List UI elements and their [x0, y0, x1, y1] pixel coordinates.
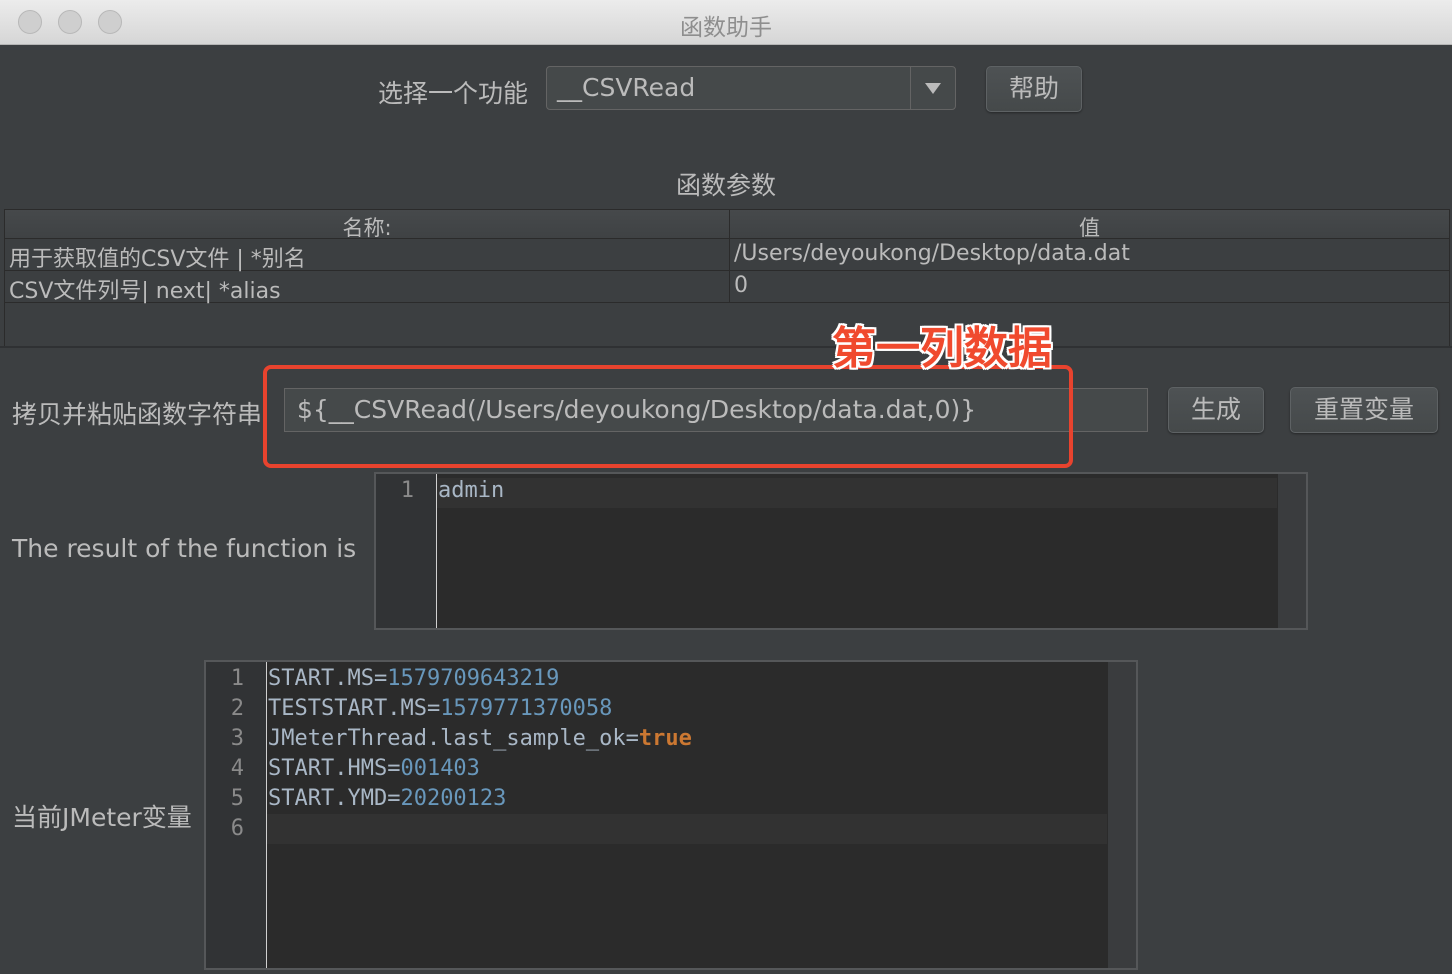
help-button[interactable]: 帮助: [986, 66, 1082, 112]
variables-text-area[interactable]: 1 START.MS=1579709643219 2 TESTSTART.MS=…: [204, 660, 1138, 970]
function-combobox-value: __CSVRead: [557, 73, 696, 102]
variable-line: TESTSTART.MS=1579771370058: [268, 696, 613, 721]
variables-label: 当前JMeter变量: [12, 803, 192, 832]
line-number: 1: [400, 478, 414, 503]
reset-variables-button[interactable]: 重置变量: [1290, 387, 1438, 433]
param-name-cell[interactable]: CSV文件列号| next| *alias: [9, 273, 281, 305]
param-value-cell[interactable]: /Users/deyoukong/Desktop/data.dat: [734, 241, 1130, 266]
column-header-name[interactable]: 名称:: [5, 212, 729, 242]
function-combobox[interactable]: __CSVRead: [546, 66, 956, 110]
params-table: 名称: 值 用于获取值的CSV文件 | *别名 /Users/deyoukong…: [4, 209, 1450, 347]
column-header-value[interactable]: 值: [730, 212, 1449, 242]
annotation-label: 第一列数据: [832, 323, 1052, 374]
params-title: 函数参数: [675, 171, 776, 200]
select-function-label: 选择一个功能: [378, 79, 529, 108]
chevron-down-icon: [925, 83, 941, 94]
vertical-scrollbar[interactable]: [1278, 474, 1306, 628]
line-number: 5: [230, 786, 244, 811]
variable-line: JMeterThread.last_sample_ok=true: [268, 726, 692, 751]
param-value-cell[interactable]: 0: [734, 273, 748, 298]
current-line-highlight: [267, 814, 1107, 844]
section-divider: [0, 346, 1452, 348]
param-name-cell[interactable]: 用于获取值的CSV文件 | *别名: [9, 241, 306, 273]
result-line: admin: [438, 478, 505, 503]
line-number: 1: [230, 666, 244, 691]
result-label: The result of the function is: [12, 534, 357, 563]
variable-line: START.YMD=20200123: [268, 786, 507, 811]
current-line-highlight: [437, 478, 1277, 508]
params-table-header: 名称: 值: [5, 210, 1449, 242]
variable-line: START.HMS=001403: [268, 756, 480, 781]
combobox-dropdown-button[interactable]: [910, 67, 955, 109]
generate-button[interactable]: 生成: [1168, 387, 1264, 433]
copy-string-label: 拷贝并粘贴函数字符串: [12, 400, 263, 429]
line-number: 3: [230, 726, 244, 751]
line-number: 4: [230, 756, 244, 781]
line-number: 2: [230, 696, 244, 721]
copy-label-clip: 拷贝并粘贴函数字符串: [12, 395, 266, 431]
table-row[interactable]: 用于获取值的CSV文件 | *别名 /Users/deyoukong/Deskt…: [5, 239, 1449, 273]
title-bar: 函数助手: [0, 0, 1452, 45]
window-title: 函数助手: [680, 15, 772, 41]
annotation-highlight-box: [263, 365, 1073, 468]
variable-line: START.MS=1579709643219: [268, 666, 560, 691]
result-text-area[interactable]: 1 admin: [374, 472, 1308, 630]
line-number: 6: [230, 816, 244, 841]
table-row[interactable]: CSV文件列号| next| *alias 0: [5, 271, 1449, 305]
vertical-scrollbar[interactable]: [1108, 662, 1136, 968]
